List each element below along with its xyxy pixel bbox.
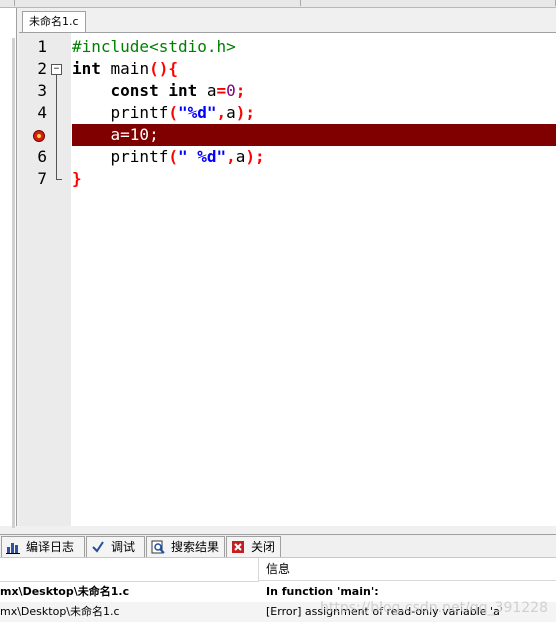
watermark: https://blog.csdn.net/qq_391228 xyxy=(320,600,548,616)
fold-end-marker xyxy=(56,179,62,180)
fold-collapse-icon[interactable]: − xyxy=(51,64,62,75)
line-number: 7 xyxy=(37,169,47,188)
tab-search-results[interactable]: 搜索结果 xyxy=(146,536,225,558)
table-row[interactable]: mx\Desktop\未命名1.c In function 'main': xyxy=(0,582,556,602)
bottom-tab-bar: 编译日志 调试 搜索结果 关闭 xyxy=(0,534,556,558)
tab-close[interactable]: 关闭 xyxy=(226,536,281,558)
compile-log-table: 信息 mx\Desktop\未命名1.c In function 'main':… xyxy=(0,557,556,630)
line-number: 1 xyxy=(37,37,47,56)
code-line-2[interactable]: int main(){ xyxy=(72,58,556,80)
code-line-6[interactable]: printf(" %d",a); xyxy=(72,146,556,168)
tab-compile-log[interactable]: 编译日志 xyxy=(1,536,85,558)
project-panel[interactable] xyxy=(0,8,17,528)
check-icon xyxy=(92,541,104,553)
code-line-3[interactable]: const int a=0; xyxy=(72,80,556,102)
code-line-7[interactable]: } xyxy=(72,168,556,190)
search-icon xyxy=(151,540,165,554)
code-editor[interactable]: 1 2 3 4 6 7 − #include<stdio.h> int main… xyxy=(19,33,556,526)
tab-label: 关闭 xyxy=(251,540,276,554)
chart-icon xyxy=(6,543,20,554)
line-number: 3 xyxy=(37,81,47,100)
file-cell: mx\Desktop\未命名1.c xyxy=(0,585,130,598)
top-segment-left xyxy=(0,0,15,6)
panel-scrollbar[interactable] xyxy=(12,38,15,528)
file-cell: mx\Desktop\未命名1.c xyxy=(0,605,120,618)
line-gutter: 1 2 3 4 6 7 − xyxy=(19,33,71,526)
message-cell: In function 'main': xyxy=(266,585,379,598)
editor-tab-bar: 未命名1.c xyxy=(19,9,556,33)
top-segment-middle xyxy=(18,0,301,6)
tab-label: 搜索结果 xyxy=(171,540,220,554)
column-header-file[interactable] xyxy=(0,558,259,582)
editor-tab[interactable]: 未命名1.c xyxy=(22,11,86,32)
code-line-5-highlighted[interactable]: a=10; xyxy=(72,124,556,146)
column-header-message[interactable]: 信息 xyxy=(259,558,556,581)
top-segment-right xyxy=(303,0,556,6)
line-number: 4 xyxy=(37,103,47,122)
breakpoint-icon[interactable] xyxy=(33,130,45,142)
code-line-1[interactable]: #include<stdio.h> xyxy=(72,36,556,58)
tab-label: 调试 xyxy=(111,540,136,554)
tab-label: 编译日志 xyxy=(26,540,75,554)
fold-guide xyxy=(56,75,57,179)
line-number: 6 xyxy=(37,147,47,166)
top-panel-strip xyxy=(0,0,556,8)
tab-debug[interactable]: 调试 xyxy=(86,536,145,558)
close-icon xyxy=(232,541,244,553)
line-number: 2 xyxy=(37,59,47,78)
code-line-4[interactable]: printf("%d",a); xyxy=(72,102,556,124)
